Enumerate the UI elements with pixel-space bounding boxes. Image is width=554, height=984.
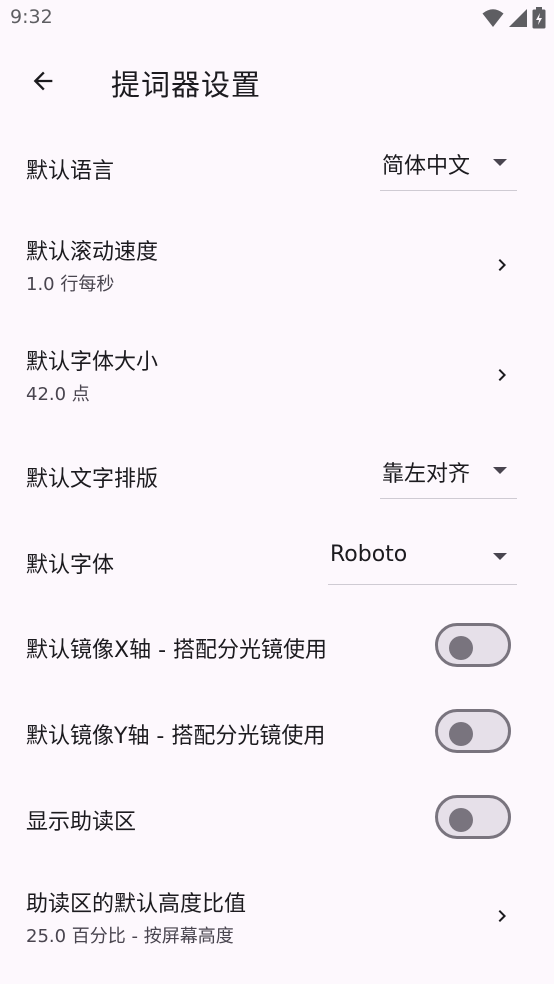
- cellular-signal-icon: [509, 9, 527, 27]
- page-title: 提词器设置: [111, 68, 262, 102]
- chevron-right-icon: [490, 253, 514, 277]
- status-bar: 9:32: [0, 0, 554, 38]
- default-scroll-speed-summary: 1.0 行每秒: [26, 274, 115, 295]
- default-language-value: 简体中文: [382, 154, 471, 179]
- show-reading-zone-label: 显示助读区: [26, 810, 137, 835]
- default-scroll-speed-label: 默认滚动速度: [26, 240, 159, 265]
- reading-zone-height-summary: 25.0 百分比 - 按屏幕高度: [26, 926, 234, 947]
- setting-reading-zone-height[interactable]: 助读区的默认高度比值 25.0 百分比 - 按屏幕高度: [0, 870, 554, 962]
- dropdown-arrow-icon: [493, 553, 507, 560]
- mirror-y-switch[interactable]: [435, 709, 511, 753]
- chevron-right-icon: [490, 363, 514, 387]
- default-font-label: 默认字体: [26, 553, 115, 578]
- setting-mirror-y: 默认镜像Y轴 - 搭配分光镜使用: [0, 696, 554, 770]
- mirror-x-switch[interactable]: [435, 623, 511, 667]
- switch-thumb: [449, 808, 473, 832]
- default-font-size-label: 默认字体大小: [26, 350, 159, 375]
- default-text-alignment-value: 靠左对齐: [382, 462, 471, 487]
- switch-thumb: [449, 636, 473, 660]
- setting-default-scroll-speed[interactable]: 默认滚动速度 1.0 行每秒: [0, 218, 554, 310]
- setting-default-font: 默认字体 Roboto: [0, 524, 554, 602]
- setting-default-language: 默认语言 简体中文: [0, 130, 554, 208]
- default-language-dropdown[interactable]: 简体中文: [380, 146, 517, 191]
- setting-mirror-x: 默认镜像X轴 - 搭配分光镜使用: [0, 610, 554, 684]
- mirror-y-label: 默认镜像Y轴 - 搭配分光镜使用: [26, 724, 326, 749]
- mirror-x-label: 默认镜像X轴 - 搭配分光镜使用: [26, 638, 327, 663]
- default-font-value: Roboto: [330, 542, 408, 567]
- app-bar: 提词器设置: [0, 50, 554, 114]
- dropdown-arrow-icon: [493, 159, 507, 166]
- dropdown-arrow-icon: [493, 467, 507, 474]
- status-time: 9:32: [10, 6, 53, 28]
- default-language-label: 默认语言: [26, 159, 115, 184]
- status-icons: [482, 7, 546, 29]
- setting-default-font-size[interactable]: 默认字体大小 42.0 点: [0, 328, 554, 420]
- setting-default-text-alignment: 默认文字排版 靠左对齐: [0, 438, 554, 516]
- reading-zone-height-label: 助读区的默认高度比值: [26, 892, 247, 917]
- back-button[interactable]: [18, 56, 68, 106]
- wifi-icon: [482, 9, 504, 27]
- switch-thumb: [449, 722, 473, 746]
- default-font-dropdown[interactable]: Roboto: [328, 540, 517, 585]
- battery-icon: [532, 7, 546, 29]
- default-font-size-summary: 42.0 点: [26, 384, 90, 405]
- default-text-alignment-dropdown[interactable]: 靠左对齐: [380, 454, 517, 499]
- show-reading-zone-switch[interactable]: [435, 795, 511, 839]
- chevron-right-icon: [490, 904, 514, 928]
- default-text-alignment-label: 默认文字排版: [26, 467, 159, 492]
- arrow-back-icon: [33, 71, 53, 91]
- setting-show-reading-zone: 显示助读区: [0, 782, 554, 856]
